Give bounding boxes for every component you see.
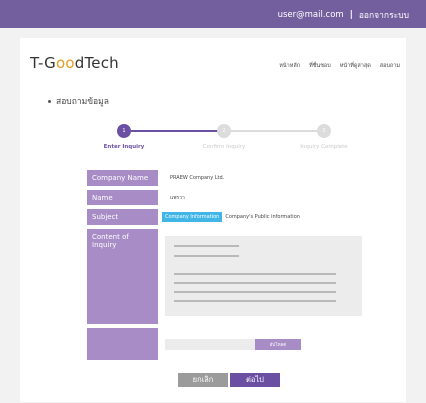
name-row: Name แพรวา	[87, 190, 371, 205]
logo[interactable]: T-GoodTech	[30, 54, 119, 72]
step-2-number: 2	[222, 128, 226, 134]
nav-item-favorites[interactable]: ที่ชื่นชอบ	[309, 62, 331, 70]
name-label: Name	[87, 190, 158, 205]
logo-accent: oo	[55, 54, 75, 72]
user-menu: user@mail.com | ออกจากระบบ	[278, 8, 409, 22]
subject-label: Subject	[87, 209, 158, 225]
text-line	[174, 273, 336, 275]
upload-button[interactable]: อัปโหลด	[255, 339, 301, 350]
text-line	[174, 255, 239, 257]
content-textarea[interactable]	[165, 236, 362, 316]
nav-item-recent[interactable]: หน้าที่ดูล่าสุด	[340, 62, 371, 70]
company-name-label: Company Name	[87, 170, 158, 186]
step-3-label: Inquiry Complete	[300, 144, 348, 150]
step-1-circle: 1	[117, 124, 131, 138]
step-3-number: 3	[322, 128, 326, 134]
name-field[interactable]: แพรวา	[162, 190, 371, 205]
step-1-number: 1	[122, 128, 126, 134]
text-line	[174, 282, 336, 284]
next-button[interactable]: ต่อไป	[230, 373, 280, 387]
logo-prefix: T-G	[30, 54, 56, 72]
subject-row: Subject Company Information Company's Pu…	[87, 209, 371, 225]
nav-item-inquiry[interactable]: สอบถาม	[380, 62, 400, 70]
page-title-text: สอบถามข้อมูล	[56, 97, 109, 107]
text-line	[174, 245, 239, 247]
subject-tag[interactable]: Company Information	[162, 212, 223, 222]
attachment-label	[87, 328, 158, 360]
step-1-label: Enter Inquiry	[103, 144, 145, 150]
bullet-icon	[48, 100, 51, 103]
top-bar: user@mail.com | ออกจากระบบ	[0, 0, 426, 28]
separator: |	[349, 10, 353, 20]
step-connector-2	[231, 130, 318, 132]
subject-field[interactable]: Company Information Company's Public inf…	[162, 209, 371, 225]
step-2-label: Confirm Inquiry	[202, 144, 246, 150]
nav-item-home[interactable]: หน้าหลัก	[279, 62, 300, 70]
file-input[interactable]	[165, 339, 255, 350]
logout-link[interactable]: ออกจากระบบ	[359, 8, 409, 22]
user-email[interactable]: user@mail.com	[278, 10, 344, 20]
logo-suffix: dTech	[74, 54, 119, 72]
step-3-circle: 3	[317, 124, 331, 138]
page-title: สอบถามข้อมูล	[48, 94, 109, 108]
text-line	[174, 291, 336, 293]
step-2-circle: 2	[217, 124, 231, 138]
text-line	[174, 300, 336, 302]
main-nav: หน้าหลัก ที่ชื่นชอบ หน้าที่ดูล่าสุด สอบถ…	[279, 62, 400, 70]
content-label: Content of Inquiry	[87, 229, 158, 324]
company-name-field[interactable]: PRAEW Company Ltd.	[162, 170, 371, 186]
subject-value: Company's Public information	[225, 214, 300, 220]
company-name-row: Company Name PRAEW Company Ltd.	[87, 170, 371, 186]
cancel-button[interactable]: ยกเลิก	[178, 373, 228, 387]
step-connector-1	[131, 130, 218, 132]
